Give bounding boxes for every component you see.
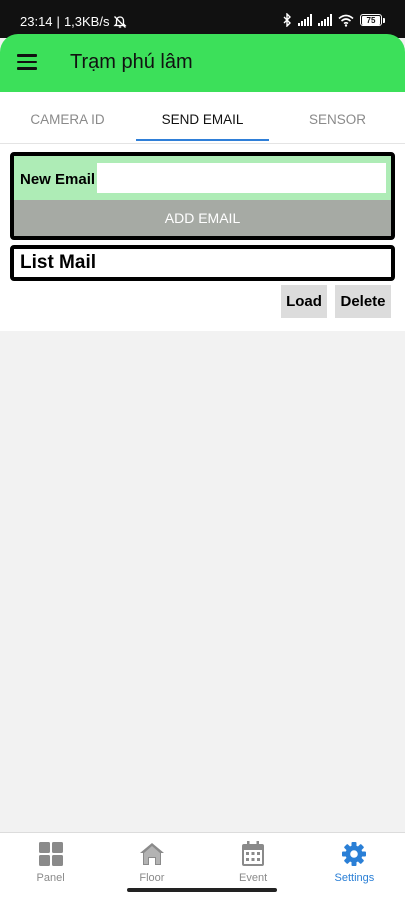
network-speed: 1,3KB/s bbox=[63, 14, 110, 29]
send-email-panel: New Email ADD EMAIL List Mail Load Delet… bbox=[0, 144, 405, 331]
wifi-icon bbox=[338, 14, 354, 27]
tab-camera-id[interactable]: CAMERA ID bbox=[0, 92, 135, 143]
new-email-input[interactable] bbox=[97, 163, 386, 193]
page-title: Trạm phú lâm bbox=[70, 51, 193, 73]
clock: 23:14 bbox=[20, 14, 53, 29]
menu-icon[interactable] bbox=[17, 54, 37, 72]
grid-icon bbox=[38, 842, 63, 866]
new-email-label: New Email bbox=[20, 171, 96, 188]
tab-bar: CAMERA ID SEND EMAIL SENSOR bbox=[0, 92, 405, 144]
nav-event-label: Event bbox=[239, 872, 268, 884]
tab-send-email[interactable]: SEND EMAIL bbox=[135, 92, 270, 143]
new-email-box: New Email ADD EMAIL bbox=[10, 152, 395, 240]
nav-settings-label: Settings bbox=[334, 872, 375, 884]
add-email-button[interactable]: ADD EMAIL bbox=[14, 200, 391, 236]
nav-panel-label: Panel bbox=[36, 872, 65, 884]
notification-muted-icon bbox=[113, 15, 128, 28]
status-right: 75 bbox=[282, 13, 385, 27]
nav-settings[interactable]: Settings bbox=[304, 833, 405, 900]
delete-button[interactable]: Delete bbox=[335, 285, 391, 318]
nav-panel[interactable]: Panel bbox=[0, 833, 101, 900]
tab-sensor[interactable]: SENSOR bbox=[270, 92, 405, 143]
battery-level: 75 bbox=[362, 15, 380, 25]
list-mail-title: List Mail bbox=[20, 252, 97, 273]
home-icon bbox=[139, 843, 164, 865]
status-bar: 23:14 | 1,3KB/s 75 bbox=[0, 0, 405, 38]
list-mail-box: List Mail bbox=[10, 245, 395, 281]
new-email-row: New Email bbox=[14, 156, 391, 200]
bluetooth-icon bbox=[283, 13, 291, 27]
status-left: 23:14 | 1,3KB/s bbox=[20, 14, 128, 29]
separator: | bbox=[56, 14, 60, 29]
calendar-icon bbox=[242, 841, 265, 866]
signal-2-icon bbox=[318, 14, 332, 26]
nav-floor-label: Floor bbox=[139, 872, 165, 884]
signal-1-icon bbox=[298, 14, 312, 26]
load-button[interactable]: Load bbox=[281, 285, 327, 318]
gear-icon bbox=[342, 842, 367, 866]
battery-icon: 75 bbox=[360, 14, 385, 26]
app-bar: Trạm phú lâm bbox=[0, 34, 405, 92]
home-indicator bbox=[127, 888, 277, 892]
